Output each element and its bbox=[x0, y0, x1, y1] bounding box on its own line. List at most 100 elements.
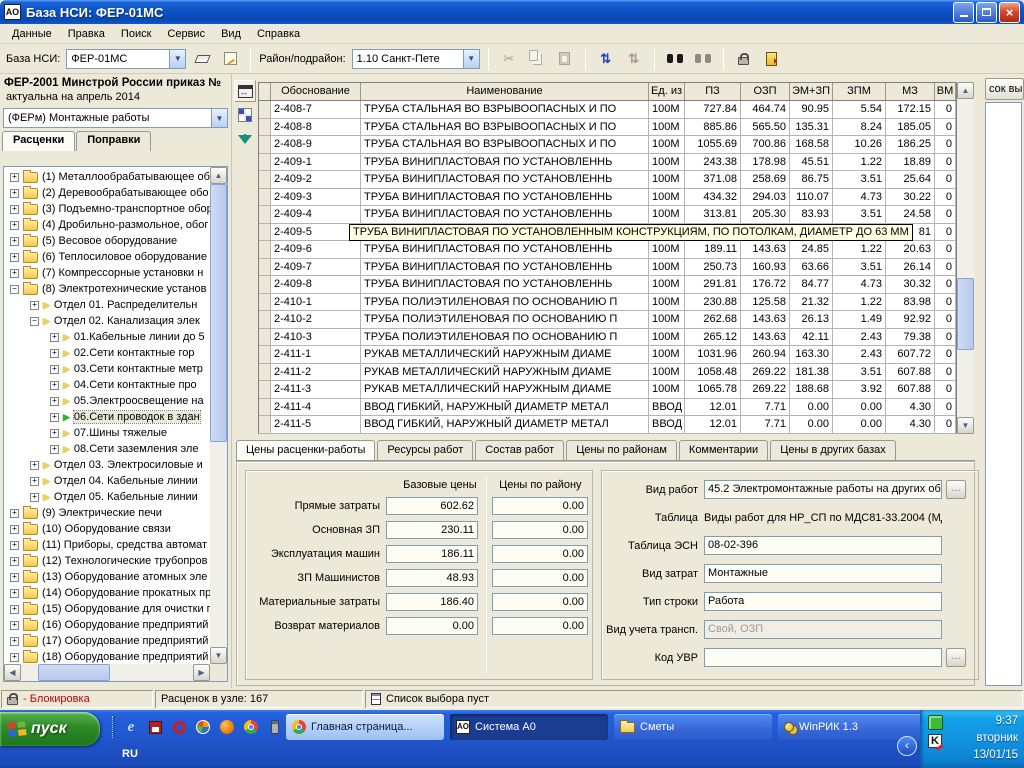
cell-unit[interactable]: 100М bbox=[649, 136, 685, 153]
opera-icon[interactable] bbox=[171, 719, 187, 735]
expand-icon[interactable]: + bbox=[30, 301, 39, 310]
cell-name[interactable]: ТРУБА ВИНИПЛАСТОВАЯ ПО УСТАНОВЛЕННЬ bbox=[361, 241, 649, 258]
work-type-combo[interactable]: (ФЕРм) Монтажные работы ▼ bbox=[3, 108, 228, 128]
table-row[interactable]: 2-409-2ТРУБА ВИНИПЛАСТОВАЯ ПО УСТАНОВЛЕН… bbox=[259, 171, 956, 189]
cell-unit[interactable]: 100М bbox=[649, 101, 685, 118]
tree-item[interactable]: −▶Отдел 02. Канализация элек bbox=[4, 313, 210, 329]
expand-icon[interactable]: + bbox=[50, 397, 59, 406]
cell-name[interactable]: ТРУБА ПОЛИЭТИЛЕНОВАЯ ПО ОСНОВАНИЮ П bbox=[361, 329, 649, 346]
cell-code[interactable]: 2-409-2 bbox=[271, 171, 361, 188]
tree-item[interactable]: +▶06.Сети проводок в здан bbox=[4, 409, 210, 425]
cell-zpm[interactable]: 1.22 bbox=[833, 294, 886, 311]
expand-icon[interactable]: + bbox=[30, 461, 39, 470]
tree-item[interactable]: +▶04.Сети контактные про bbox=[4, 377, 210, 393]
expand-icon[interactable]: + bbox=[10, 637, 19, 646]
column-header[interactable]: Ед. из bbox=[649, 83, 685, 100]
table-row[interactable]: 2-410-1ТРУБА ПОЛИЭТИЛЕНОВАЯ ПО ОСНОВАНИЮ… bbox=[259, 294, 956, 312]
scroll-down-icon[interactable]: ▼ bbox=[210, 647, 227, 664]
row-indicator[interactable] bbox=[259, 136, 271, 153]
collapse-icon[interactable]: − bbox=[10, 285, 19, 294]
expand-icon[interactable]: + bbox=[10, 189, 19, 198]
cell-unit[interactable]: ВВОД bbox=[649, 399, 685, 416]
table-row[interactable]: 2-409-1ТРУБА ВИНИПЛАСТОВАЯ ПО УСТАНОВЛЕН… bbox=[259, 154, 956, 172]
cell-mz[interactable]: 92.92 bbox=[886, 311, 935, 328]
firefox-icon[interactable] bbox=[219, 719, 235, 735]
cell-ozp[interactable]: 269.22 bbox=[741, 364, 790, 381]
cell-code[interactable]: 2-408-8 bbox=[271, 119, 361, 136]
cell-ozp[interactable]: 178.98 bbox=[741, 154, 790, 171]
browse-button[interactable]: ... bbox=[946, 648, 966, 667]
cell-ozp[interactable]: 258.69 bbox=[741, 171, 790, 188]
expand-icon[interactable]: + bbox=[50, 429, 59, 438]
cell-em[interactable]: 163.30 bbox=[790, 346, 833, 363]
cell-mz[interactable]: 83.98 bbox=[886, 294, 935, 311]
cell-ozp[interactable]: 205.30 bbox=[741, 206, 790, 223]
cell-code[interactable]: 2-409-1 bbox=[271, 154, 361, 171]
menu-item[interactable]: Сервис bbox=[159, 26, 213, 42]
phone-icon[interactable] bbox=[267, 719, 283, 735]
edit-note-button[interactable] bbox=[218, 47, 242, 71]
cell-zpm[interactable]: 3.51 bbox=[833, 259, 886, 276]
cell-mz[interactable]: 172.15 bbox=[886, 101, 935, 118]
attribute-field[interactable]: Работа bbox=[704, 592, 942, 611]
table-row[interactable]: 2-409-4ТРУБА ВИНИПЛАСТОВАЯ ПО УСТАНОВЛЕН… bbox=[259, 206, 956, 224]
cell-pz[interactable]: 1065.78 bbox=[685, 381, 741, 398]
expand-icon[interactable]: + bbox=[10, 621, 19, 630]
cell-vm[interactable]: 0 bbox=[935, 399, 956, 416]
tree-item[interactable]: +▶Отдел 03. Электросиловые и bbox=[4, 457, 210, 473]
detail-tab[interactable]: Ресурсы работ bbox=[377, 440, 473, 460]
close-button[interactable]: × bbox=[999, 2, 1020, 23]
row-indicator[interactable] bbox=[259, 276, 271, 293]
cell-code[interactable]: 2-409-7 bbox=[271, 259, 361, 276]
scroll-left-icon[interactable]: ◀ bbox=[4, 664, 21, 681]
tree-item[interactable]: +▶01.Кабельные линии до 5 bbox=[4, 329, 210, 345]
cell-mz[interactable]: 79.38 bbox=[886, 329, 935, 346]
cell-code[interactable]: 2-411-5 bbox=[271, 416, 361, 433]
table-row[interactable]: 2-411-4ВВОД ГИБКИЙ, НАРУЖНЫЙ ДИАМЕТР МЕТ… bbox=[259, 399, 956, 417]
attribute-field[interactable]: Свой, ОЗП bbox=[704, 620, 942, 639]
tree-vertical-scrollbar[interactable]: ▲ ▼ bbox=[210, 167, 227, 664]
cell-mz[interactable]: 4.30 bbox=[886, 416, 935, 433]
cell-em[interactable]: 84.77 bbox=[790, 276, 833, 293]
expand-icon[interactable]: + bbox=[30, 477, 39, 486]
cell-em[interactable]: 0.00 bbox=[790, 399, 833, 416]
expand-icon[interactable]: + bbox=[10, 253, 19, 262]
tree-item[interactable]: +▶Отдел 04. Кабельные линии bbox=[4, 473, 210, 489]
cell-name[interactable]: ТРУБА СТАЛЬНАЯ ВО ВЗРЫВООПАСНЫХ И ПО bbox=[361, 136, 649, 153]
column-header[interactable]: ВМ bbox=[935, 83, 956, 100]
scroll-thumb[interactable] bbox=[38, 664, 110, 681]
cell-name[interactable]: ТРУБА ПОЛИЭТИЛЕНОВАЯ ПО ОСНОВАНИЮ П bbox=[361, 311, 649, 328]
cell-em[interactable]: 181.38 bbox=[790, 364, 833, 381]
cell-pz[interactable]: 265.12 bbox=[685, 329, 741, 346]
expand-icon[interactable]: + bbox=[50, 333, 59, 342]
cell-unit[interactable]: 100М bbox=[649, 294, 685, 311]
district-price-field[interactable]: 0.00 bbox=[492, 569, 588, 587]
tree-item[interactable]: +(6) Теплосиловое оборудование bbox=[4, 249, 210, 265]
taskbar-button[interactable]: Главная страница... bbox=[286, 714, 444, 740]
cell-vm[interactable]: 0 bbox=[935, 189, 956, 206]
cell-name[interactable]: ТРУБА ВИНИПЛАСТОВАЯ ПО УСТАНОВЛЕННЬ bbox=[361, 259, 649, 276]
cell-vm[interactable]: 0 bbox=[935, 224, 956, 241]
cell-ozp[interactable]: 160.93 bbox=[741, 259, 790, 276]
table-row[interactable]: 2-411-5ВВОД ГИБКИЙ, НАРУЖНЫЙ ДИАМЕТР МЕТ… bbox=[259, 416, 956, 434]
cell-code[interactable]: 2-411-2 bbox=[271, 364, 361, 381]
table-vertical-scrollbar[interactable]: ▲ ▼ bbox=[957, 82, 974, 434]
district-price-field[interactable]: 0.00 bbox=[492, 521, 588, 539]
tree-item[interactable]: +(2) Деревообрабатывающее обо bbox=[4, 185, 210, 201]
cell-mz[interactable]: 607.88 bbox=[886, 381, 935, 398]
cell-code[interactable]: 2-408-7 bbox=[271, 101, 361, 118]
table-row[interactable]: 2-409-3ТРУБА ВИНИПЛАСТОВАЯ ПО УСТАНОВЛЕН… bbox=[259, 189, 956, 207]
cell-code[interactable]: 2-409-4 bbox=[271, 206, 361, 223]
expand-icon[interactable]: + bbox=[10, 589, 19, 598]
cell-vm[interactable]: 0 bbox=[935, 329, 956, 346]
cell-vm[interactable]: 0 bbox=[935, 101, 956, 118]
cell-name[interactable]: ТРУБА ВИНИПЛАСТОВАЯ ПО УСТАНОВЛЕННЬ bbox=[361, 189, 649, 206]
cell-pz[interactable]: 1031.96 bbox=[685, 346, 741, 363]
tree-item[interactable]: +▶05.Электроосвещение на bbox=[4, 393, 210, 409]
cell-vm[interactable]: 0 bbox=[935, 381, 956, 398]
exit-button[interactable] bbox=[760, 47, 784, 71]
cell-vm[interactable]: 0 bbox=[935, 171, 956, 188]
row-indicator[interactable] bbox=[259, 346, 271, 363]
cell-vm[interactable]: 0 bbox=[935, 259, 956, 276]
cell-ozp[interactable]: 125.58 bbox=[741, 294, 790, 311]
